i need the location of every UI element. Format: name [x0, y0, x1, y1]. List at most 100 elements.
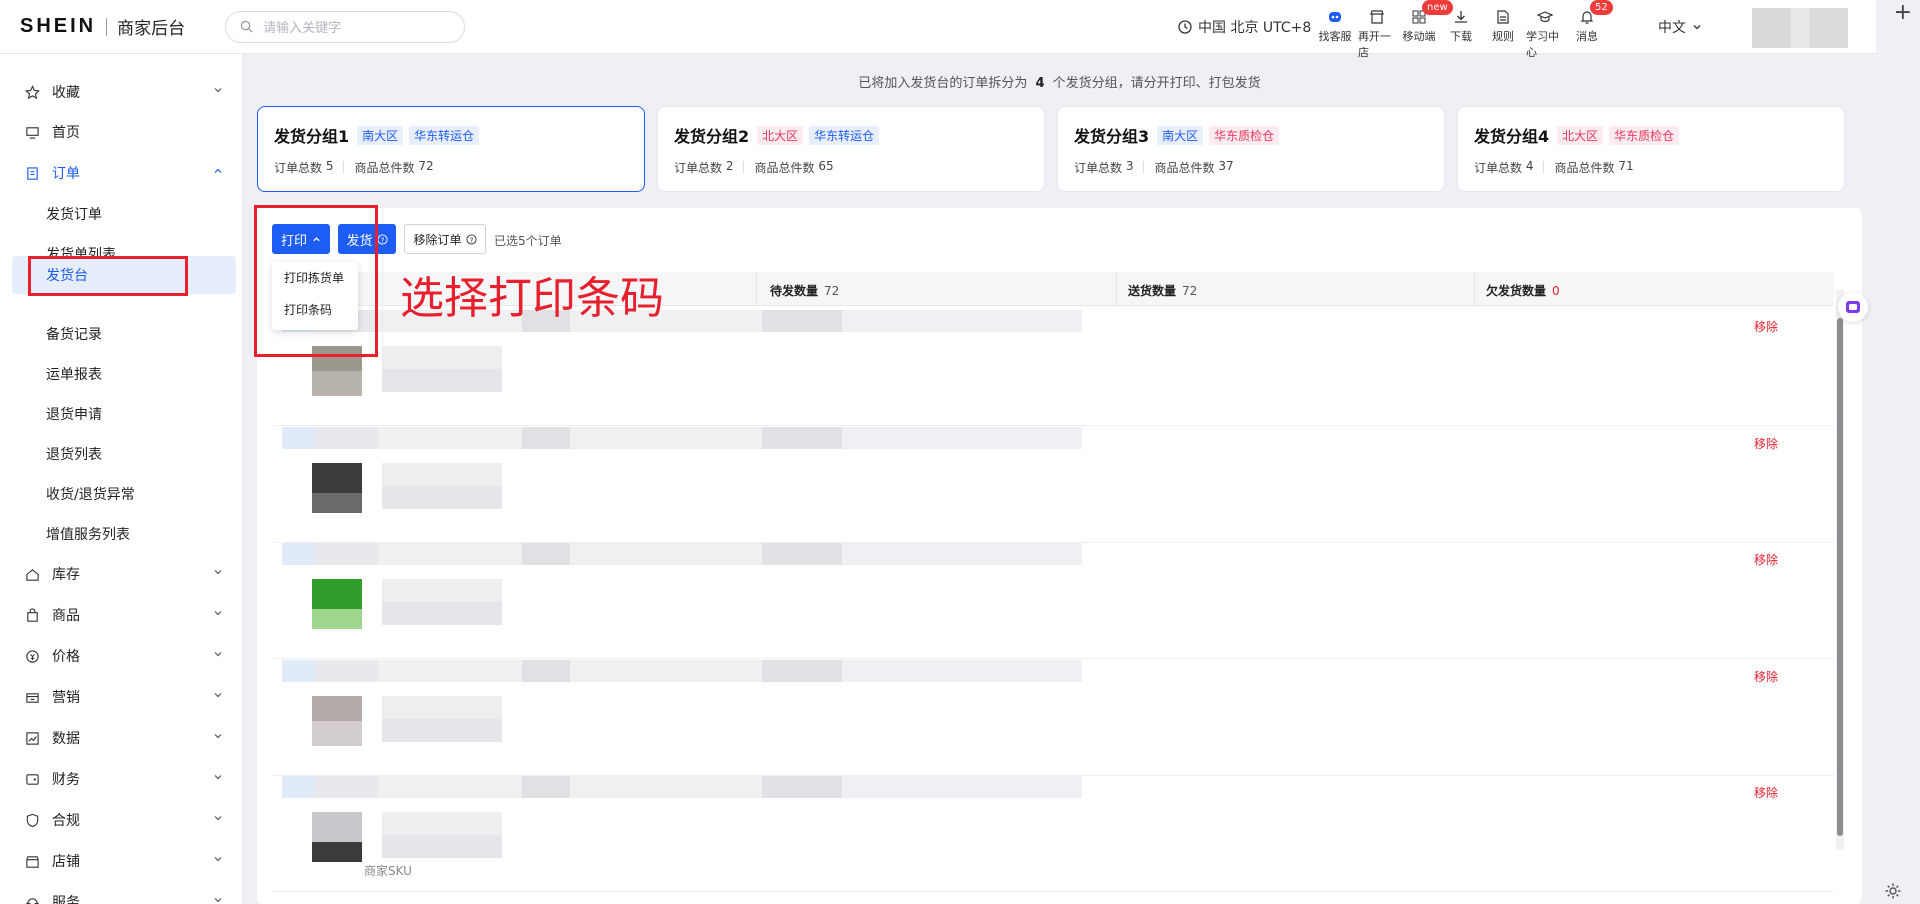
sidebar-item-compliance[interactable]: 合规: [0, 802, 243, 838]
svg-text:?: ?: [469, 235, 473, 244]
table-scrollbar[interactable]: [1836, 278, 1844, 866]
shipping-group-card[interactable]: 发货分组4 北大区 华东质检仓 订单总数 4 商品总件数 71: [1457, 106, 1845, 192]
group-name: 发货分组2: [674, 127, 750, 146]
sidebar-item-inventory[interactable]: 库存: [0, 556, 243, 592]
sidebar-item-orders[interactable]: 订单: [0, 155, 243, 191]
row-remove-link[interactable]: 移除: [1754, 784, 1778, 801]
sidebar-item-data[interactable]: 数据: [0, 720, 243, 756]
sidebar-item-label: 营销: [52, 690, 80, 706]
sidebar-sub-ship-orders[interactable]: 发货订单: [0, 195, 243, 233]
sidebar-sub-return-list[interactable]: 退货列表: [0, 435, 243, 473]
download-icon: [1453, 6, 1469, 28]
tool-messages[interactable]: 52 消息: [1568, 0, 1613, 60]
timezone-display[interactable]: 中国 北京 UTC+8: [1178, 17, 1311, 37]
sidebar-sub-receive-exception[interactable]: 收货/退货异常: [0, 475, 243, 513]
items-label: 商品总件数: [354, 161, 415, 175]
product-thumbnail: [312, 579, 362, 629]
shipping-group-card[interactable]: 发货分组1 南大区 华东转运仓 订单总数 5 商品总件数 72: [257, 106, 645, 192]
sidebar-sub-return-request[interactable]: 退货申请: [0, 395, 243, 433]
shop-icon: [22, 854, 42, 869]
sidebar-item-shop[interactable]: 店铺: [0, 843, 243, 879]
sidebar-item-price[interactable]: 价格: [0, 638, 243, 674]
shipping-group-card[interactable]: 发货分组3 南大区 华东质检仓 订单总数 3 商品总件数 37: [1057, 106, 1445, 192]
star-icon: [22, 84, 42, 100]
column-divider: [1474, 272, 1475, 306]
bag-icon: [22, 607, 42, 623]
stat-divider: [743, 161, 745, 173]
column-divider: [1116, 272, 1117, 306]
robot-icon: [1327, 6, 1343, 28]
col-label: 待发数量: [770, 284, 819, 298]
assistant-float-button[interactable]: [1838, 292, 1868, 322]
document-icon: [1495, 6, 1511, 28]
sidebar-item-label: 订单: [52, 166, 80, 182]
row-remove-link[interactable]: 移除: [1754, 318, 1778, 335]
sidebar-sub-waybill-report[interactable]: 运单报表: [0, 355, 243, 393]
scroll-thumb[interactable]: [1837, 318, 1843, 836]
search-placeholder: 请输入关键字: [263, 21, 342, 36]
search-input[interactable]: 请输入关键字: [225, 10, 466, 43]
tool-learning-center[interactable]: 学习中心: [1526, 6, 1564, 60]
group-name: 发货分组4: [1474, 127, 1550, 146]
warehouse-tag: 华东质检仓: [1209, 125, 1280, 145]
region-tag: 北大区: [1557, 125, 1604, 145]
sidebar-item-label: 商品: [52, 608, 80, 624]
header-toolbar: 找客服 再开一店 new 移动端 下载 规则 学习中心 52 消息: [1316, 0, 1613, 60]
items-count: 72: [418, 159, 434, 173]
tool-mobile[interactable]: new 移动端: [1400, 0, 1453, 60]
chevron-down-icon: [214, 898, 222, 903]
sidebar-item-favorites[interactable]: 收藏: [0, 74, 243, 110]
store-icon: [1369, 6, 1385, 28]
sidebar-item-finance[interactable]: 财务: [0, 761, 243, 797]
items-count: 37: [1218, 159, 1234, 173]
sidebar-item-service[interactable]: 服务: [0, 884, 243, 904]
chevron-down-icon: [1693, 25, 1701, 30]
region-tag: 南大区: [1157, 125, 1204, 145]
sidebar-item-marketing[interactable]: 营销: [0, 679, 243, 715]
orders-count: 4: [1525, 159, 1534, 173]
row-remove-link[interactable]: 移除: [1754, 668, 1778, 685]
product-info-blurred: [382, 579, 502, 625]
sidebar-sub-value-added[interactable]: 增值服务列表: [0, 515, 243, 553]
language-select[interactable]: 中文: [1658, 17, 1702, 37]
sidebar-item-products[interactable]: 商品: [0, 597, 243, 633]
tool-download[interactable]: 下载: [1442, 6, 1480, 60]
notice-suffix: 个发货分组，请分开打印、打包发货: [1052, 76, 1261, 91]
notice-prefix: 已将加入发货台的订单拆分为: [858, 76, 1028, 91]
shein-logo[interactable]: SHEIN: [20, 15, 96, 38]
row-remove-link[interactable]: 移除: [1754, 435, 1778, 452]
tool-open-store[interactable]: 再开一店: [1358, 6, 1396, 60]
price-icon: [22, 649, 42, 664]
merchant-sku-label: 商家SKU: [364, 864, 412, 878]
help-icon: ?: [465, 233, 477, 245]
shipping-group-card[interactable]: 发货分组2 北大区 华东转运仓 订单总数 2 商品总件数 65: [657, 106, 1045, 192]
plus-icon[interactable]: +: [1894, 0, 1912, 25]
annotation-highlight-print-menu: [254, 205, 378, 357]
language-label: 中文: [1658, 20, 1686, 36]
user-account-blurred[interactable]: [1752, 8, 1848, 48]
product-info-blurred: [382, 346, 502, 392]
chevron-down-icon: [214, 611, 222, 616]
chevron-down-icon: [214, 857, 222, 862]
tool-label: 移动端: [1402, 30, 1436, 43]
sidebar-item-home[interactable]: 首页: [0, 114, 243, 150]
annotation-highlight-shipping-desk: [28, 256, 188, 296]
settings-icon[interactable]: [1884, 882, 1902, 904]
row-remove-link[interactable]: 移除: [1754, 551, 1778, 568]
sidebar-item-label: 库存: [52, 567, 80, 583]
sidebar-sub-stock-records[interactable]: 备货记录: [0, 315, 243, 353]
logo-divider: [106, 17, 108, 36]
tool-rules[interactable]: 规则: [1484, 6, 1522, 60]
product-thumbnail: [312, 696, 362, 746]
tool-customer-service[interactable]: 找客服: [1316, 6, 1354, 60]
chevron-down-icon: [214, 775, 222, 780]
orders-label: 订单总数: [274, 161, 323, 175]
sidebar-item-label: 首页: [52, 125, 80, 141]
remove-order-button[interactable]: 移除订单 ?: [404, 224, 486, 254]
product-info-blurred: [382, 696, 502, 742]
table-row: 移除: [272, 660, 1834, 776]
items-count: 65: [818, 159, 834, 173]
group-name: 发货分组1: [274, 127, 350, 146]
remove-order-label: 移除订单: [413, 232, 462, 247]
search-icon: [240, 20, 253, 33]
